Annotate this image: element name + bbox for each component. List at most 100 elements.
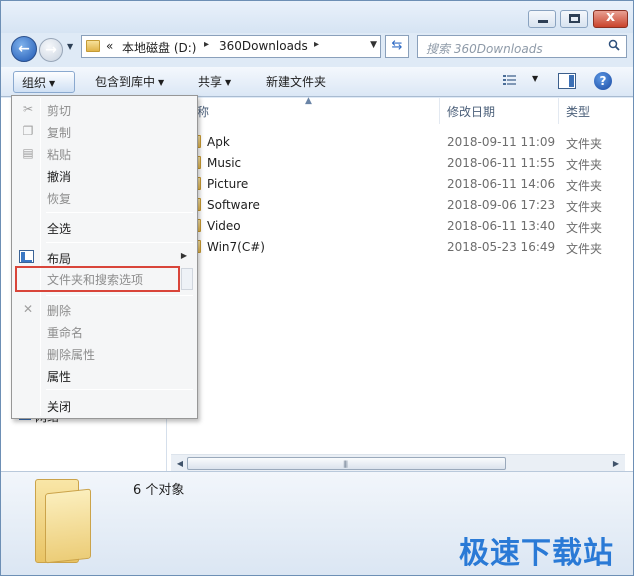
menu-item-label: 删除属性 xyxy=(47,348,96,362)
table-row[interactable]: Apk 2018-09-11 11:09 文件夹 xyxy=(167,132,633,153)
forward-arrow-icon: → xyxy=(45,42,57,58)
horizontal-scrollbar[interactable]: ◀ ||| ▶ xyxy=(171,454,625,471)
column-header-date[interactable]: 修改日期 xyxy=(447,100,495,124)
table-row[interactable]: Software 2018-09-06 17:23 文件夹 xyxy=(167,195,633,216)
file-date: 2018-06-11 11:55 xyxy=(447,156,556,170)
sort-ascending-icon: ▲ xyxy=(305,96,312,106)
menu-item-copy[interactable]: ❐ 复制 xyxy=(15,120,194,142)
menu-item-paste[interactable]: ▤ 粘贴 xyxy=(15,142,194,164)
large-folder-icon xyxy=(35,479,93,564)
include-library-label: 包含到库中 xyxy=(95,75,156,89)
new-folder-button[interactable]: 新建文件夹 xyxy=(258,71,334,93)
scroll-left-icon[interactable]: ◀ xyxy=(173,457,187,470)
close-icon: x xyxy=(605,9,616,25)
refresh-button[interactable]: ⇆ xyxy=(385,35,409,58)
menu-item-shade xyxy=(181,268,193,290)
chevron-down-icon: ▼ xyxy=(532,74,539,83)
organize-menu: ✂ 剪切 ❐ 复制 ▤ 粘贴 撤消 恢复 全选 布局 ▶ 文件夹和搜索选项 ✕ … xyxy=(11,95,198,419)
menu-item-select-all[interactable]: 全选 xyxy=(15,216,194,238)
recent-pages-chevron-icon[interactable]: ▼ xyxy=(67,42,77,56)
file-list: ▲ 名称 修改日期 类型 Apk 2018-09-11 11:09 文件夹 Mu… xyxy=(167,96,633,471)
submenu-arrow-icon: ▶ xyxy=(180,251,187,260)
file-date: 2018-09-11 11:09 xyxy=(447,135,556,149)
file-type: 文件夹 xyxy=(566,137,603,151)
menu-separator xyxy=(46,242,193,243)
help-icon[interactable]: ? xyxy=(594,72,612,90)
menu-item-label: 恢复 xyxy=(47,192,72,206)
file-name: Picture xyxy=(207,177,249,191)
menu-item-properties[interactable]: 属性 xyxy=(15,364,194,386)
menu-item-label: 布局 xyxy=(47,252,72,266)
search-input[interactable]: 搜索 360Downloads xyxy=(417,35,627,58)
refresh-icon: ⇆ xyxy=(391,38,403,53)
file-name: Video xyxy=(207,219,241,233)
scissors-icon: ✂ xyxy=(22,102,34,116)
copy-icon: ❐ xyxy=(22,124,34,138)
search-icon xyxy=(608,39,620,51)
minimize-icon xyxy=(538,20,548,23)
forward-button[interactable]: → xyxy=(39,38,63,62)
table-row[interactable]: Picture 2018-06-11 14:06 文件夹 xyxy=(167,174,633,195)
share-button[interactable]: 共享 ▼ xyxy=(190,71,239,93)
breadcrumb-folder[interactable]: 360Downloads xyxy=(219,39,308,53)
menu-separator xyxy=(46,212,193,213)
layout-icon xyxy=(19,250,34,263)
delete-x-icon: ✕ xyxy=(22,302,34,316)
menu-item-label: 重命名 xyxy=(47,326,84,340)
view-list-icon xyxy=(503,75,516,85)
organize-button[interactable]: 组织 ▼ xyxy=(13,71,75,93)
menu-item-label: 文件夹和搜索选项 xyxy=(47,273,144,287)
menu-item-delete[interactable]: ✕ 删除 xyxy=(15,298,194,320)
breadcrumb-overflow[interactable]: « xyxy=(106,39,113,53)
menu-item-label: 属性 xyxy=(47,370,72,384)
close-button[interactable]: x xyxy=(593,9,628,28)
address-bar[interactable]: « 本地磁盘 (D:) ▸ 360Downloads ▸ ▼ xyxy=(81,35,381,58)
table-row[interactable]: Video 2018-06-11 13:40 文件夹 xyxy=(167,216,633,237)
table-row[interactable]: Music 2018-06-11 11:55 文件夹 xyxy=(167,153,633,174)
column-divider[interactable] xyxy=(558,98,559,124)
menu-item-rename[interactable]: 重命名 xyxy=(15,320,194,342)
breadcrumb-drive[interactable]: 本地磁盘 (D:) xyxy=(122,39,196,56)
column-divider[interactable] xyxy=(439,98,440,124)
minimize-button[interactable] xyxy=(528,10,556,28)
table-row[interactable]: Win7(C#) 2018-05-23 16:49 文件夹 xyxy=(167,237,633,258)
breadcrumb-separator-icon[interactable]: ▸ xyxy=(204,39,209,50)
command-bar: 组织 ▼ 包含到库中 ▼ 共享 ▼ 新建文件夹 ▼ ? xyxy=(1,67,633,97)
back-arrow-icon: ← xyxy=(18,41,30,57)
view-options-button[interactable]: ▼ xyxy=(501,72,545,92)
menu-item-label: 复制 xyxy=(47,126,72,140)
menu-item-cut[interactable]: ✂ 剪切 xyxy=(15,98,194,120)
file-name: Software xyxy=(207,198,260,212)
preview-pane-button[interactable] xyxy=(558,73,576,89)
maximize-button[interactable] xyxy=(560,10,588,28)
menu-item-label: 粘贴 xyxy=(47,148,72,162)
grip-icon: ||| xyxy=(343,460,348,468)
menu-item-folder-options[interactable]: 文件夹和搜索选项 xyxy=(15,266,180,292)
menu-item-layout[interactable]: 布局 ▶ xyxy=(15,246,194,268)
back-button[interactable]: ← xyxy=(11,36,37,62)
menu-item-remove-properties[interactable]: 删除属性 xyxy=(15,342,194,364)
menu-separator xyxy=(46,389,193,390)
menu-item-undo[interactable]: 撤消 xyxy=(15,164,194,186)
explorer-window: x ← → ▼ « 本地磁盘 (D:) ▸ 360Downloads ▸ ▼ ⇆… xyxy=(0,0,634,576)
menu-item-label: 剪切 xyxy=(47,104,72,118)
file-date: 2018-05-23 16:49 xyxy=(447,240,556,254)
file-date: 2018-09-06 17:23 xyxy=(447,198,556,212)
item-count: 6 个对象 xyxy=(133,483,185,498)
menu-separator xyxy=(46,295,193,296)
column-header-type[interactable]: 类型 xyxy=(566,100,590,124)
search-placeholder: 搜索 360Downloads xyxy=(426,42,543,56)
scrollbar-thumb[interactable]: ||| xyxy=(187,457,506,470)
menu-item-label: 撤消 xyxy=(47,170,72,184)
address-dropdown-icon[interactable]: ▼ xyxy=(370,40,377,50)
menu-item-redo[interactable]: 恢复 xyxy=(15,186,194,208)
file-name: Win7(C#) xyxy=(207,240,265,254)
menu-item-label: 全选 xyxy=(47,222,72,236)
menu-item-close[interactable]: 关闭 xyxy=(15,394,194,416)
scroll-right-icon[interactable]: ▶ xyxy=(609,457,623,470)
menu-item-label: 关闭 xyxy=(47,400,72,414)
title-bar: x xyxy=(1,1,633,33)
share-label: 共享 xyxy=(198,75,223,89)
breadcrumb-separator-icon[interactable]: ▸ xyxy=(314,39,319,50)
include-library-button[interactable]: 包含到库中 ▼ xyxy=(87,71,172,93)
